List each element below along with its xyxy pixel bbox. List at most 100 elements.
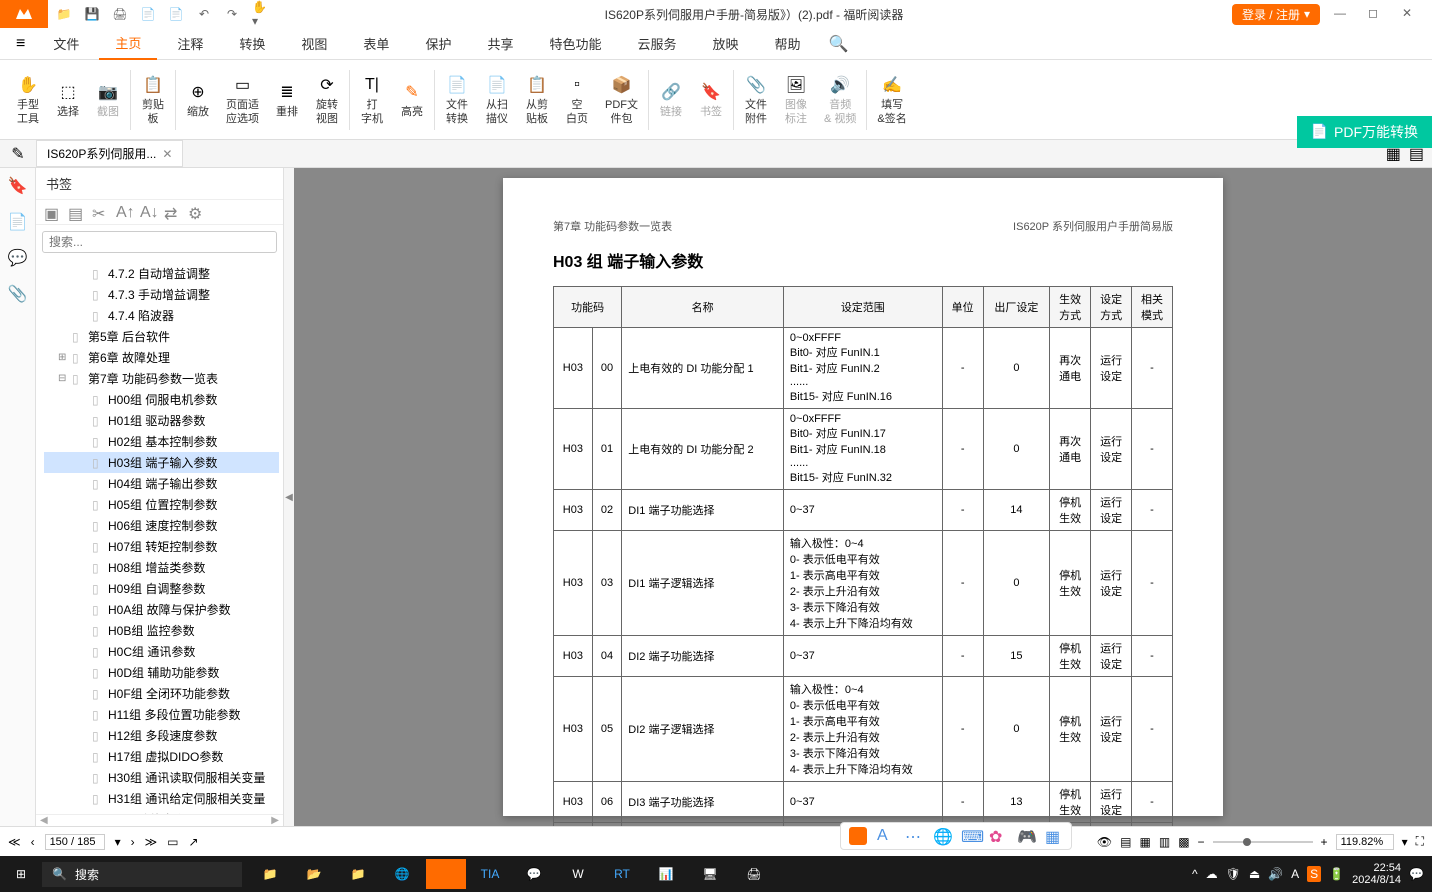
ribbon-rotate[interactable]: ⟳旋转视图 [307,73,347,125]
tray-shield-icon[interactable]: 🛡 [1226,867,1241,881]
ime-icon[interactable] [849,827,867,845]
taskbar-app-wps[interactable]: W [558,859,598,889]
bookmark-item[interactable]: ▯第5章 后台软件 [44,326,279,347]
minimize-button[interactable]: — [1334,6,1350,22]
open-icon[interactable]: 📁 [56,6,72,22]
ribbon-fill-sign[interactable]: ✍填写&签名 [869,73,914,125]
edit-tool-icon[interactable]: ✎ [0,144,36,164]
float-game-icon[interactable]: 🎮 [1017,827,1035,845]
menu-cloud[interactable]: 云服务 [621,28,692,59]
menu-special[interactable]: 特色功能 [533,28,617,59]
bm-tool-1[interactable]: ▣ [44,204,60,220]
view-mode-4[interactable]: ▥ [1159,835,1170,849]
close-button[interactable]: ✕ [1402,6,1418,22]
start-button[interactable]: ⊞ [0,867,42,881]
float-a-icon[interactable]: A [877,827,895,845]
view-mode-3[interactable]: ▦ [1140,835,1151,849]
bookmark-item[interactable]: ▯H09组 自调整参数 [44,578,279,599]
bm-tool-5[interactable]: A↓ [140,204,156,220]
nav-tool-2[interactable]: ↗ [189,835,199,849]
tray-notifications-icon[interactable]: 💬 [1409,867,1424,881]
menu-annotate[interactable]: 注释 [161,28,219,59]
ribbon-from-scanner[interactable]: 📄从扫描仪 [477,73,517,125]
bookmark-item[interactable]: ⊞▯第6章 故障处理 [44,347,279,368]
document-viewport[interactable]: 第7章 功能码参数一览表 IS620P 系列伺服用户手册简易版 H03 组 端子… [294,168,1432,826]
bookmark-item[interactable]: ▯H04组 端子输出参数 [44,473,279,494]
tray-eject-icon[interactable]: ⏏ [1249,867,1260,881]
ribbon-select[interactable]: ⬚选择 [48,80,88,119]
bookmark-item[interactable]: ▯4.7.4 陷波器 [44,305,279,326]
taskbar-app-print[interactable]: 🖨 [734,859,774,889]
bookmark-item[interactable]: ▯H31组 通讯给定伺服相关变量 [44,788,279,809]
ribbon-zoom[interactable]: ⊕缩放 [178,80,218,119]
bookmark-item[interactable]: ▯H0A组 故障与保护参数 [44,599,279,620]
float-globe-icon[interactable]: 🌐 [933,827,951,845]
ribbon-snapshot[interactable]: 📷截图 [88,80,128,119]
ribbon-image-annotation[interactable]: 🖼图像标注 [776,73,816,125]
tray-lang-icon[interactable]: A [1291,867,1299,881]
bm-tool-2[interactable]: ▤ [68,204,84,220]
bm-tool-6[interactable]: ⇄ [164,204,180,220]
zoom-in-button[interactable]: + [1321,835,1328,849]
taskbar-app-foxit[interactable] [426,859,466,889]
first-page-button[interactable]: ≪ [8,835,21,849]
bookmark-item[interactable]: ▯H05组 位置控制参数 [44,494,279,515]
tray-battery-icon[interactable]: 🔋 [1329,867,1344,881]
menu-share[interactable]: 共享 [471,28,529,59]
undo-icon[interactable]: ↶ [196,6,212,22]
taskbar-app-3[interactable]: 📁 [338,859,378,889]
prev-page-button[interactable]: ‹ [31,835,35,849]
zoom-out-button[interactable]: − [1198,835,1205,849]
panel-collapse-handle[interactable]: ◀ [284,168,294,826]
last-page-button[interactable]: ≫ [145,835,158,849]
menu-home[interactable]: 主页 [99,27,157,60]
ribbon-reflow[interactable]: ≣重排 [267,80,307,119]
bookmark-item[interactable]: ▯H02组 基本控制参数 [44,431,279,452]
print-icon[interactable]: 🖨 [112,6,128,22]
float-grid-icon[interactable]: ▦ [1045,827,1063,845]
bookmark-item[interactable]: ⊟▯第7章 功能码参数一览表 [44,368,279,389]
bm-tool-7[interactable]: ⚙ [188,204,204,220]
maximize-button[interactable]: ◻ [1368,6,1384,22]
ribbon-highlight[interactable]: ✎高亮 [392,80,432,119]
bookmark-item[interactable]: ▯H01组 驱动器参数 [44,410,279,431]
ribbon-fit[interactable]: ▭页面适应选项 [218,73,267,125]
fullscreen-icon[interactable]: ⛶ [1416,834,1424,849]
ribbon-audio-video[interactable]: 🔊音频& 视频 [816,73,864,125]
taskbar-app-ppt[interactable]: 📊 [646,859,686,889]
ribbon-attachment[interactable]: 📎文件附件 [736,73,776,125]
view-mode-2[interactable]: ▤ [1120,835,1131,849]
page-number-input[interactable] [45,834,105,850]
float-keyboard-icon[interactable]: ⌨ [961,827,979,845]
ribbon-bookmark[interactable]: 🔖书签 [691,80,731,119]
tray-volume-icon[interactable]: 🔊 [1268,867,1283,881]
ribbon-clipboard[interactable]: 📋剪贴板 [133,73,173,125]
tray-clock[interactable]: 22:54 2024/8/14 [1352,862,1401,886]
bookmark-item[interactable]: ▯H0C组 通讯参数 [44,641,279,662]
bookmarks-tree[interactable]: ▯4.7.2 自动增益调整▯4.7.3 手动增益调整▯4.7.4 陷波器▯第5章… [36,259,283,814]
float-dots-icon[interactable]: ⋯ [905,827,923,845]
next-page-button[interactable]: › [131,835,135,849]
zoom-input[interactable] [1336,834,1394,850]
tray-ime-icon[interactable]: S [1307,866,1321,882]
ribbon-file-convert[interactable]: 📄文件转换 [437,73,477,125]
bookmark-item[interactable]: ▯H03组 端子输入参数 [44,452,279,473]
comments-panel-icon[interactable]: 💬 [8,248,28,268]
bm-tool-3[interactable]: ✂ [92,204,108,220]
taskbar-app-2[interactable]: 📂 [294,859,334,889]
bookmark-item[interactable]: ▯H0B组 监控参数 [44,620,279,641]
taskbar-app-edge[interactable]: 🌐 [382,859,422,889]
menu-form[interactable]: 表单 [347,28,405,59]
hamburger-icon[interactable]: ≡ [8,31,33,57]
bookmark-item[interactable]: ▯H12组 多段速度参数 [44,725,279,746]
attachments-panel-icon[interactable]: 📎 [8,284,28,304]
redo-icon[interactable]: ↷ [224,6,240,22]
bookmark-item[interactable]: ▯H00组 伺服电机参数 [44,389,279,410]
view-mode-1[interactable]: 👁 [1097,835,1112,849]
bookmark-panel-icon[interactable]: 🔖 [8,176,28,196]
nav-tool-1[interactable]: ▭ [167,835,178,849]
bm-tool-4[interactable]: A↑ [116,204,132,220]
taskbar-search[interactable]: 🔍 搜索 [42,862,242,887]
pdf-universal-convert-button[interactable]: 📄PDF万能转换 [1297,116,1432,148]
ribbon-hand-tool[interactable]: ✋手型工具 [8,73,48,125]
